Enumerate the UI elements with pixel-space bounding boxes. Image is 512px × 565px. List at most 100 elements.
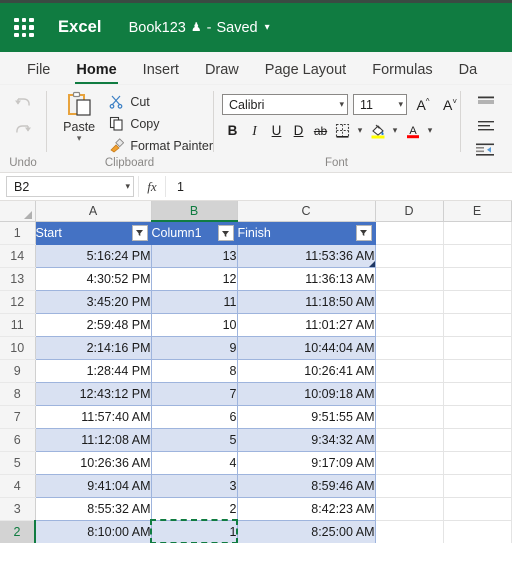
cell-b3[interactable]: 2 <box>151 497 238 521</box>
cell-d7[interactable] <box>375 405 444 429</box>
cell-d11[interactable] <box>375 313 444 337</box>
chevron-down-icon[interactable]: ▾ <box>336 99 344 110</box>
cell-b6[interactable]: 5 <box>151 428 238 452</box>
underline-button[interactable]: U <box>266 120 287 141</box>
row-header-11[interactable]: 11 <box>0 313 36 337</box>
cell-c9[interactable]: 10:26:41 AM <box>237 359 376 383</box>
table-header-start[interactable]: Start <box>35 221 152 245</box>
cell-e6[interactable] <box>443 428 512 452</box>
cell-c10[interactable]: 10:44:04 AM <box>237 336 376 360</box>
cell-d9[interactable] <box>375 359 444 383</box>
cell-a9[interactable]: 1:28:44 PM <box>35 359 152 383</box>
cell-e7[interactable] <box>443 405 512 429</box>
cell-e2[interactable] <box>443 520 512 543</box>
cell-c11[interactable]: 11:01:27 AM <box>237 313 376 337</box>
cell-e3[interactable] <box>443 497 512 521</box>
cell-d8[interactable] <box>375 382 444 406</box>
column-header-d[interactable]: D <box>375 201 444 222</box>
bold-button[interactable]: B <box>222 120 243 141</box>
tab-data[interactable]: Da <box>446 62 491 84</box>
format-painter-button[interactable]: Format Painter <box>108 136 213 155</box>
saved-status-label[interactable]: Saved <box>216 20 257 36</box>
document-name-label[interactable]: Book123 <box>129 20 186 36</box>
row-header-13[interactable]: 13 <box>0 267 36 291</box>
cell-d2[interactable] <box>375 520 444 543</box>
row-header-2[interactable]: 2 <box>0 520 36 543</box>
cell-c8[interactable]: 10:09:18 AM <box>237 382 376 406</box>
borders-button[interactable] <box>332 120 353 141</box>
cell-a5[interactable]: 10:26:36 AM <box>35 451 152 475</box>
cell-d10[interactable] <box>375 336 444 360</box>
cell-b8[interactable]: 7 <box>151 382 238 406</box>
row-header-10[interactable]: 10 <box>0 336 36 360</box>
font-size-select[interactable]: 11 ▾ <box>353 94 407 115</box>
cell-a11[interactable]: 2:59:48 PM <box>35 313 152 337</box>
cut-button[interactable]: Cut <box>108 92 213 111</box>
cell-e10[interactable] <box>443 336 512 360</box>
cell-e1[interactable] <box>443 221 512 245</box>
cell-d6[interactable] <box>375 428 444 452</box>
redo-button[interactable] <box>8 118 38 143</box>
shrink-font-icon[interactable]: A ˅ <box>439 94 461 115</box>
cell-a10[interactable]: 2:14:16 PM <box>35 336 152 360</box>
filter-dropdown-icon[interactable] <box>355 224 372 241</box>
cell-c3[interactable]: 8:42:23 AM <box>237 497 376 521</box>
cell-e13[interactable] <box>443 267 512 291</box>
cell-a13[interactable]: 4:30:52 PM <box>35 267 152 291</box>
cell-b11[interactable]: 10 <box>151 313 238 337</box>
filter-dropdown-icon[interactable] <box>131 224 148 241</box>
fill-color-button[interactable] <box>367 120 388 141</box>
cell-a14[interactable]: 5:16:24 PM <box>35 244 152 268</box>
tab-page-layout[interactable]: Page Layout <box>252 62 359 84</box>
tab-file[interactable]: File <box>14 62 63 84</box>
cell-c2[interactable]: 8:25:00 AM <box>237 520 376 543</box>
double-underline-button[interactable]: D <box>288 120 309 141</box>
cell-b4[interactable]: 3 <box>151 474 238 498</box>
cell-e14[interactable] <box>443 244 512 268</box>
row-header-8[interactable]: 8 <box>0 382 36 406</box>
cell-d3[interactable] <box>375 497 444 521</box>
cell-c12[interactable]: 11:18:50 AM <box>237 290 376 314</box>
insert-function-button[interactable]: fx <box>138 176 166 197</box>
align-top-button[interactable] <box>474 92 498 112</box>
row-header-5[interactable]: 5 <box>0 451 36 475</box>
cell-b13[interactable]: 12 <box>151 267 238 291</box>
cell-d4[interactable] <box>375 474 444 498</box>
cell-a7[interactable]: 11:57:40 AM <box>35 405 152 429</box>
strikethrough-button[interactable]: ab <box>310 120 331 141</box>
row-header-14[interactable]: 14 <box>0 244 36 268</box>
italic-button[interactable]: I <box>244 120 265 141</box>
app-launcher-waffle-icon[interactable] <box>14 17 34 38</box>
grow-font-icon[interactable]: A ^ <box>412 94 434 115</box>
cell-a3[interactable]: 8:55:32 AM <box>35 497 152 521</box>
cell-e11[interactable] <box>443 313 512 337</box>
cell-a8[interactable]: 12:43:12 PM <box>35 382 152 406</box>
cell-b7[interactable]: 6 <box>151 405 238 429</box>
column-header-c[interactable]: C <box>237 201 376 222</box>
table-header-finish[interactable]: Finish <box>237 221 376 245</box>
cell-e5[interactable] <box>443 451 512 475</box>
cell-b2[interactable]: 1 <box>151 520 238 543</box>
font-name-select[interactable]: Calibri ▾ <box>222 94 348 115</box>
chevron-down-icon[interactable]: ▾ <box>395 99 403 110</box>
cell-c4[interactable]: 8:59:46 AM <box>237 474 376 498</box>
fill-color-chevron-down-icon[interactable]: ▾ <box>389 125 401 136</box>
undo-button[interactable] <box>8 91 38 116</box>
decrease-indent-button[interactable] <box>474 140 498 160</box>
cell-c5[interactable]: 9:17:09 AM <box>237 451 376 475</box>
row-header-9[interactable]: 9 <box>0 359 36 383</box>
tab-draw[interactable]: Draw <box>192 62 252 84</box>
font-color-chevron-down-icon[interactable]: ▾ <box>424 125 436 136</box>
column-header-e[interactable]: E <box>443 201 512 222</box>
cell-c7[interactable]: 9:51:55 AM <box>237 405 376 429</box>
chevron-down-icon[interactable]: ▾ <box>77 134 82 143</box>
tab-formulas[interactable]: Formulas <box>359 62 445 84</box>
cell-b5[interactable]: 4 <box>151 451 238 475</box>
cell-d13[interactable] <box>375 267 444 291</box>
align-left-button[interactable] <box>474 116 498 136</box>
row-header-3[interactable]: 3 <box>0 497 36 521</box>
cell-d12[interactable] <box>375 290 444 314</box>
cell-d5[interactable] <box>375 451 444 475</box>
row-header-6[interactable]: 6 <box>0 428 36 452</box>
cell-d1[interactable] <box>375 221 444 245</box>
